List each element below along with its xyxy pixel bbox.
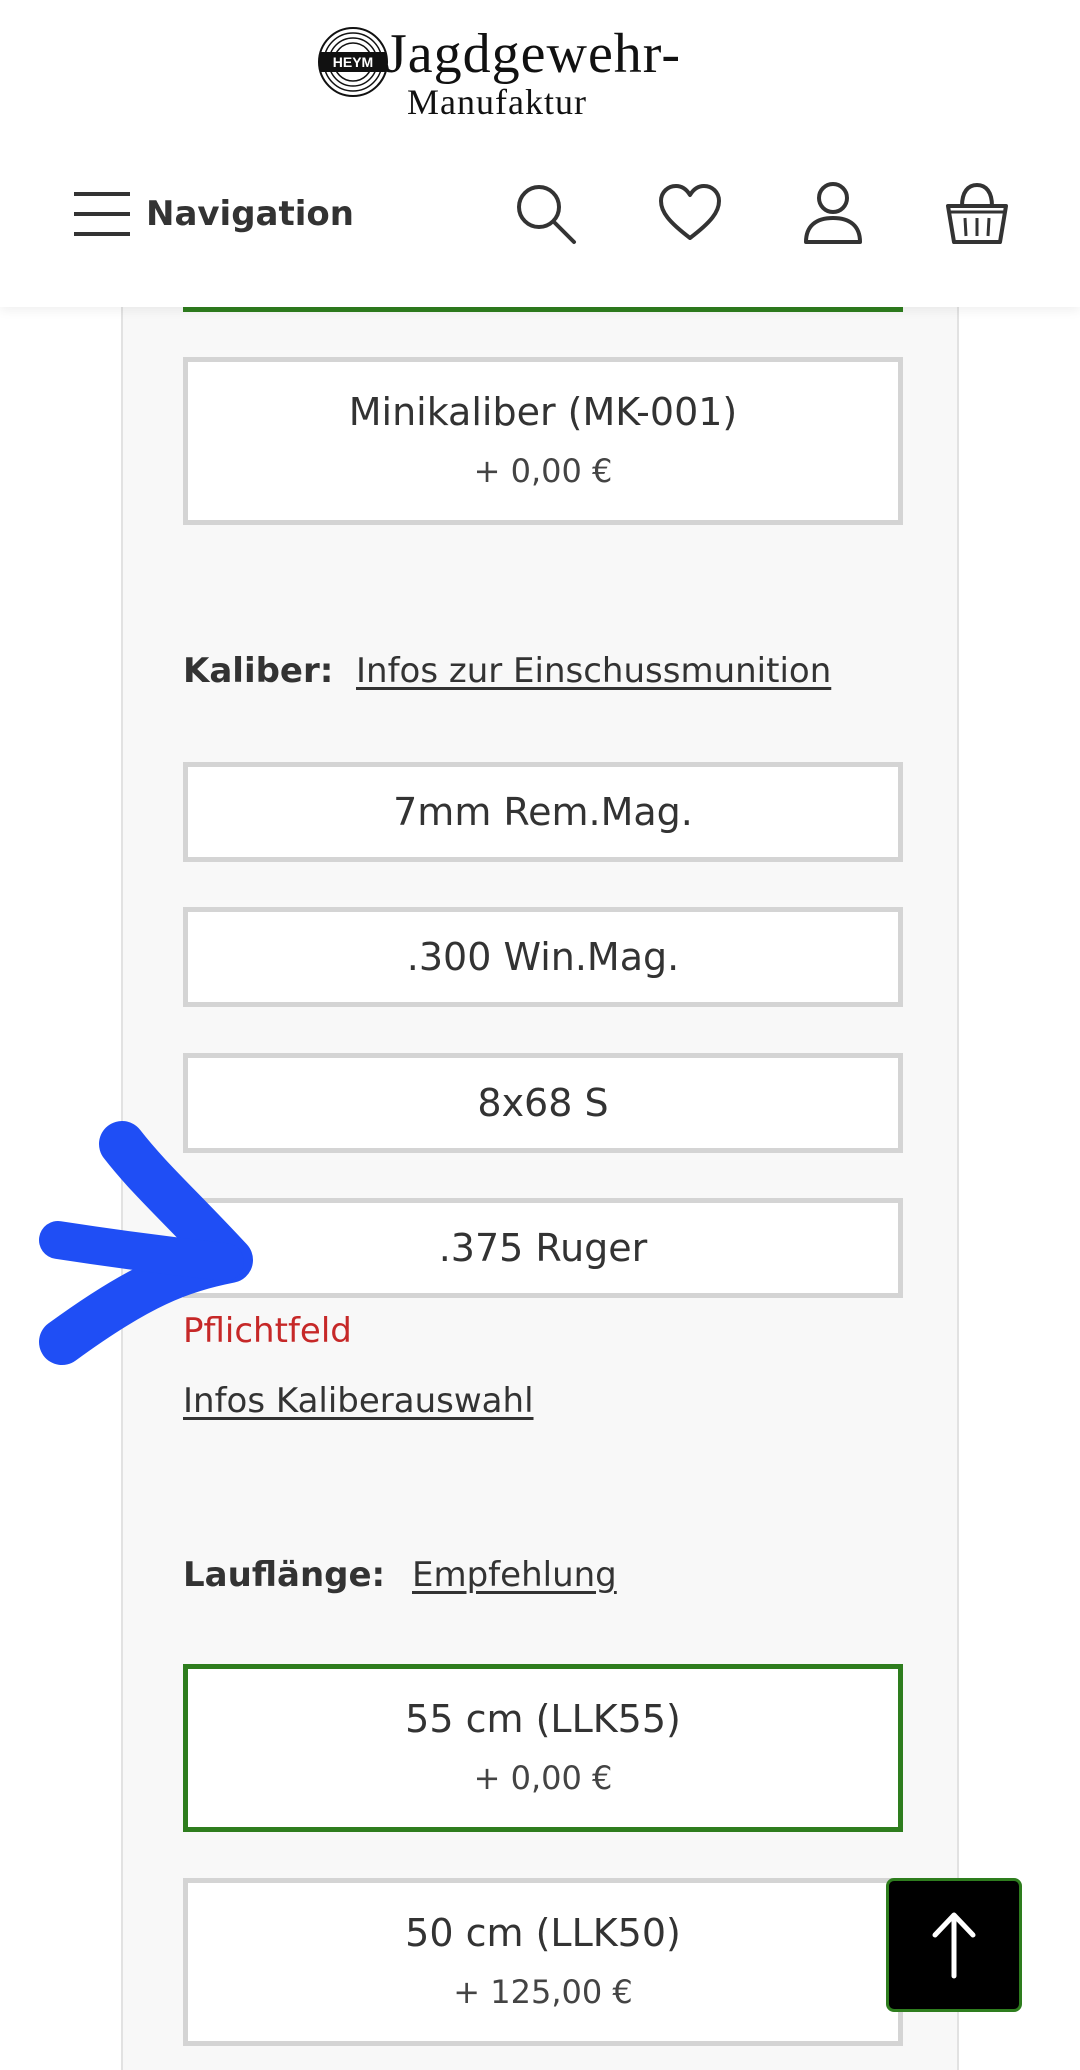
option-name: 7mm Rem.Mag. [393, 790, 693, 834]
kaliber-option-375-ruger[interactable]: .375 Ruger [183, 1198, 903, 1298]
einschussmunition-info-link[interactable]: Infos zur Einschussmunition [356, 651, 831, 691]
navigation-label: Navigation [146, 194, 354, 234]
scroll-to-top-button[interactable] [886, 1878, 1022, 2012]
required-field-error: Pflichtfeld [183, 1311, 352, 1351]
option-minikaliber[interactable]: Minikaliber (MK-001) + 0,00 € [183, 357, 903, 525]
lauflaenge-option-llk50[interactable]: 50 cm (LLK50) + 125,00 € [183, 1878, 903, 2046]
user-icon[interactable] [800, 180, 866, 246]
lauflaenge-option-llk55[interactable]: 55 cm (LLK55) + 0,00 € [183, 1664, 903, 1832]
kaliber-option-7mm-rem-mag[interactable]: 7mm Rem.Mag. [183, 762, 903, 862]
option-name: 55 cm (LLK55) [405, 1697, 681, 1741]
logo-wordmark-line1: Jagdgewehr- [385, 23, 681, 85]
brand-logo[interactable]: HEYM Jagdgewehr- Manufaktur [315, 18, 775, 122]
option-price: + 0,00 € [473, 452, 613, 490]
heart-icon[interactable] [657, 180, 723, 246]
option-name: .300 Win.Mag. [406, 935, 680, 979]
empfehlung-link[interactable]: Empfehlung [412, 1555, 617, 1595]
option-name: Minikaliber (MK-001) [348, 390, 738, 434]
option-name: 50 cm (LLK50) [405, 1911, 681, 1955]
svg-text:HEYM: HEYM [333, 54, 373, 70]
selected-option-edge [183, 307, 903, 312]
search-icon[interactable] [512, 180, 578, 246]
hamburger-icon [74, 192, 130, 236]
navigation-menu-button[interactable]: Navigation [72, 185, 354, 243]
lauflaenge-label: Lauflänge: [183, 1555, 386, 1595]
kaliberauswahl-info-link[interactable]: Infos Kaliberauswahl [183, 1381, 534, 1421]
option-name: .375 Ruger [438, 1226, 648, 1270]
option-price: + 125,00 € [453, 1973, 633, 2011]
option-price: + 0,00 € [473, 1759, 613, 1797]
basket-icon[interactable] [944, 180, 1010, 246]
logo-wordmark-line2: Manufaktur [407, 82, 587, 122]
kaliber-label: Kaliber: [183, 651, 334, 691]
kaliber-option-300-win-mag[interactable]: .300 Win.Mag. [183, 907, 903, 1007]
heym-emblem-icon: HEYM [318, 27, 388, 97]
kaliber-option-8x68-s[interactable]: 8x68 S [183, 1053, 903, 1153]
site-header: HEYM Jagdgewehr- Manufaktur Navigation [0, 0, 1080, 307]
option-name: 8x68 S [477, 1081, 609, 1125]
arrow-up-icon [932, 1912, 976, 1979]
